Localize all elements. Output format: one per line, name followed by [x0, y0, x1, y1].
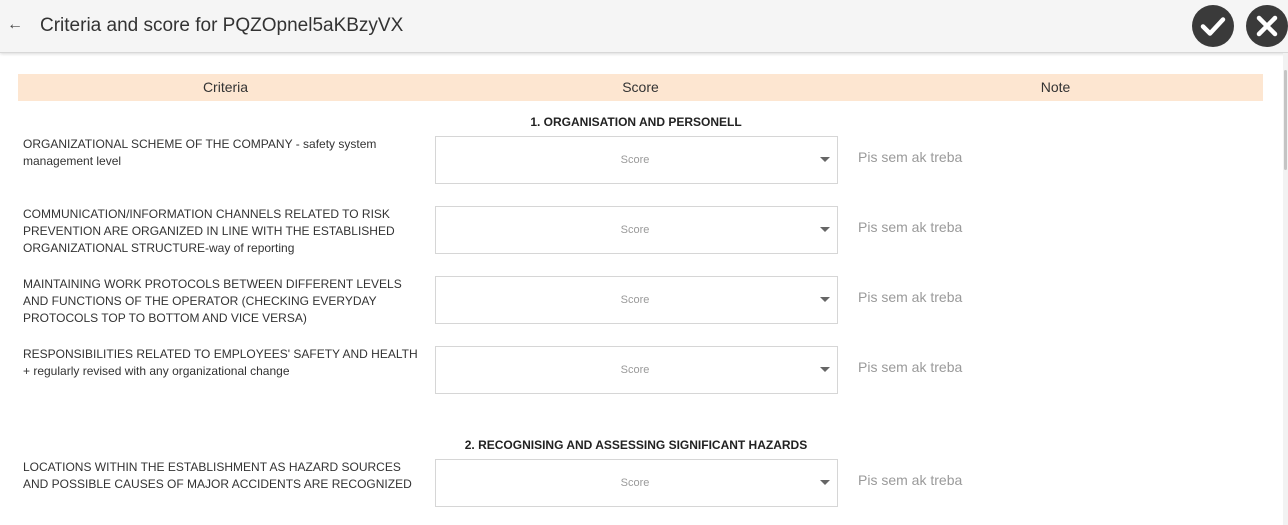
page-title: Criteria and score for PQZOpnel5aKBzyVX [40, 15, 404, 36]
chevron-down-icon [820, 480, 830, 485]
criteria-text: RESPONSIBILITIES RELATED TO EMPLOYEES' S… [23, 347, 418, 378]
criteria-text: COMMUNICATION/INFORMATION CHANNELS RELAT… [23, 207, 395, 255]
section-title: 1. ORGANISATION AND PERSONELL [530, 115, 742, 129]
criteria-text: ORGANIZATIONAL SCHEME OF THE COMPANY - s… [23, 137, 377, 168]
chevron-down-icon [820, 297, 830, 302]
note-input[interactable] [858, 146, 1238, 168]
checkmark-icon [1200, 17, 1226, 36]
note-input[interactable] [858, 469, 1238, 491]
confirm-button[interactable] [1192, 5, 1234, 47]
score-select[interactable]: Score [435, 459, 838, 507]
score-placeholder: Score [620, 294, 650, 306]
note-input[interactable] [858, 356, 1238, 378]
close-button[interactable] [1246, 5, 1288, 47]
score-placeholder: Score [620, 364, 650, 376]
note-input[interactable] [858, 216, 1238, 238]
close-icon [1256, 15, 1278, 37]
score-placeholder: Score [620, 477, 650, 489]
table-header: Criteria Score Note [18, 74, 1263, 101]
top-bar: ← Criteria and score for PQZOpnel5aKBzyV… [0, 0, 1288, 53]
back-arrow-icon[interactable]: ← [6, 14, 24, 36]
score-select[interactable]: Score [435, 276, 838, 324]
criteria-text: LOCATIONS WITHIN THE ESTABLISHMENT AS HA… [23, 460, 412, 491]
column-header-criteria: Criteria [202, 79, 249, 95]
section-title: 2. RECOGNISING AND ASSESSING SIGNIFICANT… [464, 438, 808, 452]
chevron-down-icon [820, 227, 830, 232]
score-placeholder: Score [620, 224, 650, 236]
chevron-down-icon [820, 367, 830, 372]
criteria-text: MAINTAINING WORK PROTOCOLS BETWEEN DIFFE… [23, 277, 402, 325]
score-select[interactable]: Score [435, 136, 838, 184]
scrollbar-thumb[interactable] [1284, 70, 1287, 170]
column-header-note: Note [1040, 79, 1071, 95]
chevron-down-icon [820, 157, 830, 162]
score-placeholder: Score [620, 154, 650, 166]
score-select[interactable]: Score [435, 346, 838, 394]
column-header-score: Score [622, 79, 659, 95]
score-select[interactable]: Score [435, 206, 838, 254]
note-input[interactable] [858, 286, 1238, 308]
